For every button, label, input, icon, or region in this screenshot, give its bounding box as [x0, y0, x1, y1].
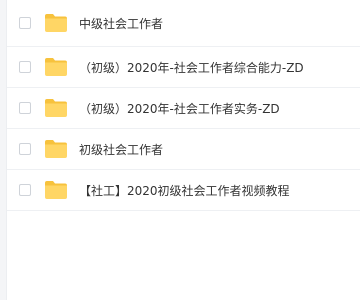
list-item[interactable]: （初级）2020年-社会工作者实务-ZD: [7, 88, 360, 129]
folder-icon: [44, 57, 68, 77]
row-checkbox[interactable]: [19, 143, 31, 155]
file-name[interactable]: 中级社会工作者: [79, 15, 163, 32]
row-checkbox[interactable]: [19, 17, 31, 29]
folder-icon: [44, 180, 68, 200]
file-name[interactable]: 【社工】2020初级社会工作者视频教程: [79, 182, 290, 199]
list-item[interactable]: 中级社会工作者: [7, 0, 360, 47]
row-checkbox[interactable]: [19, 102, 31, 114]
file-name[interactable]: 初级社会工作者: [79, 141, 163, 158]
folder-icon: [44, 139, 68, 159]
folder-icon: [44, 13, 68, 33]
file-browser-pane: 中级社会工作者 （初级）2020年-社会工作者综合能力-ZD （初级）2020年…: [0, 0, 360, 300]
folder-icon: [44, 98, 68, 118]
sidebar-edge: [0, 0, 7, 300]
file-list: 中级社会工作者 （初级）2020年-社会工作者综合能力-ZD （初级）2020年…: [7, 0, 360, 211]
list-item[interactable]: （初级）2020年-社会工作者综合能力-ZD: [7, 47, 360, 88]
file-name[interactable]: （初级）2020年-社会工作者实务-ZD: [79, 100, 280, 117]
row-checkbox[interactable]: [19, 61, 31, 73]
list-item[interactable]: 【社工】2020初级社会工作者视频教程: [7, 170, 360, 211]
file-name[interactable]: （初级）2020年-社会工作者综合能力-ZD: [79, 59, 304, 76]
list-item[interactable]: 初级社会工作者: [7, 129, 360, 170]
row-checkbox[interactable]: [19, 184, 31, 196]
